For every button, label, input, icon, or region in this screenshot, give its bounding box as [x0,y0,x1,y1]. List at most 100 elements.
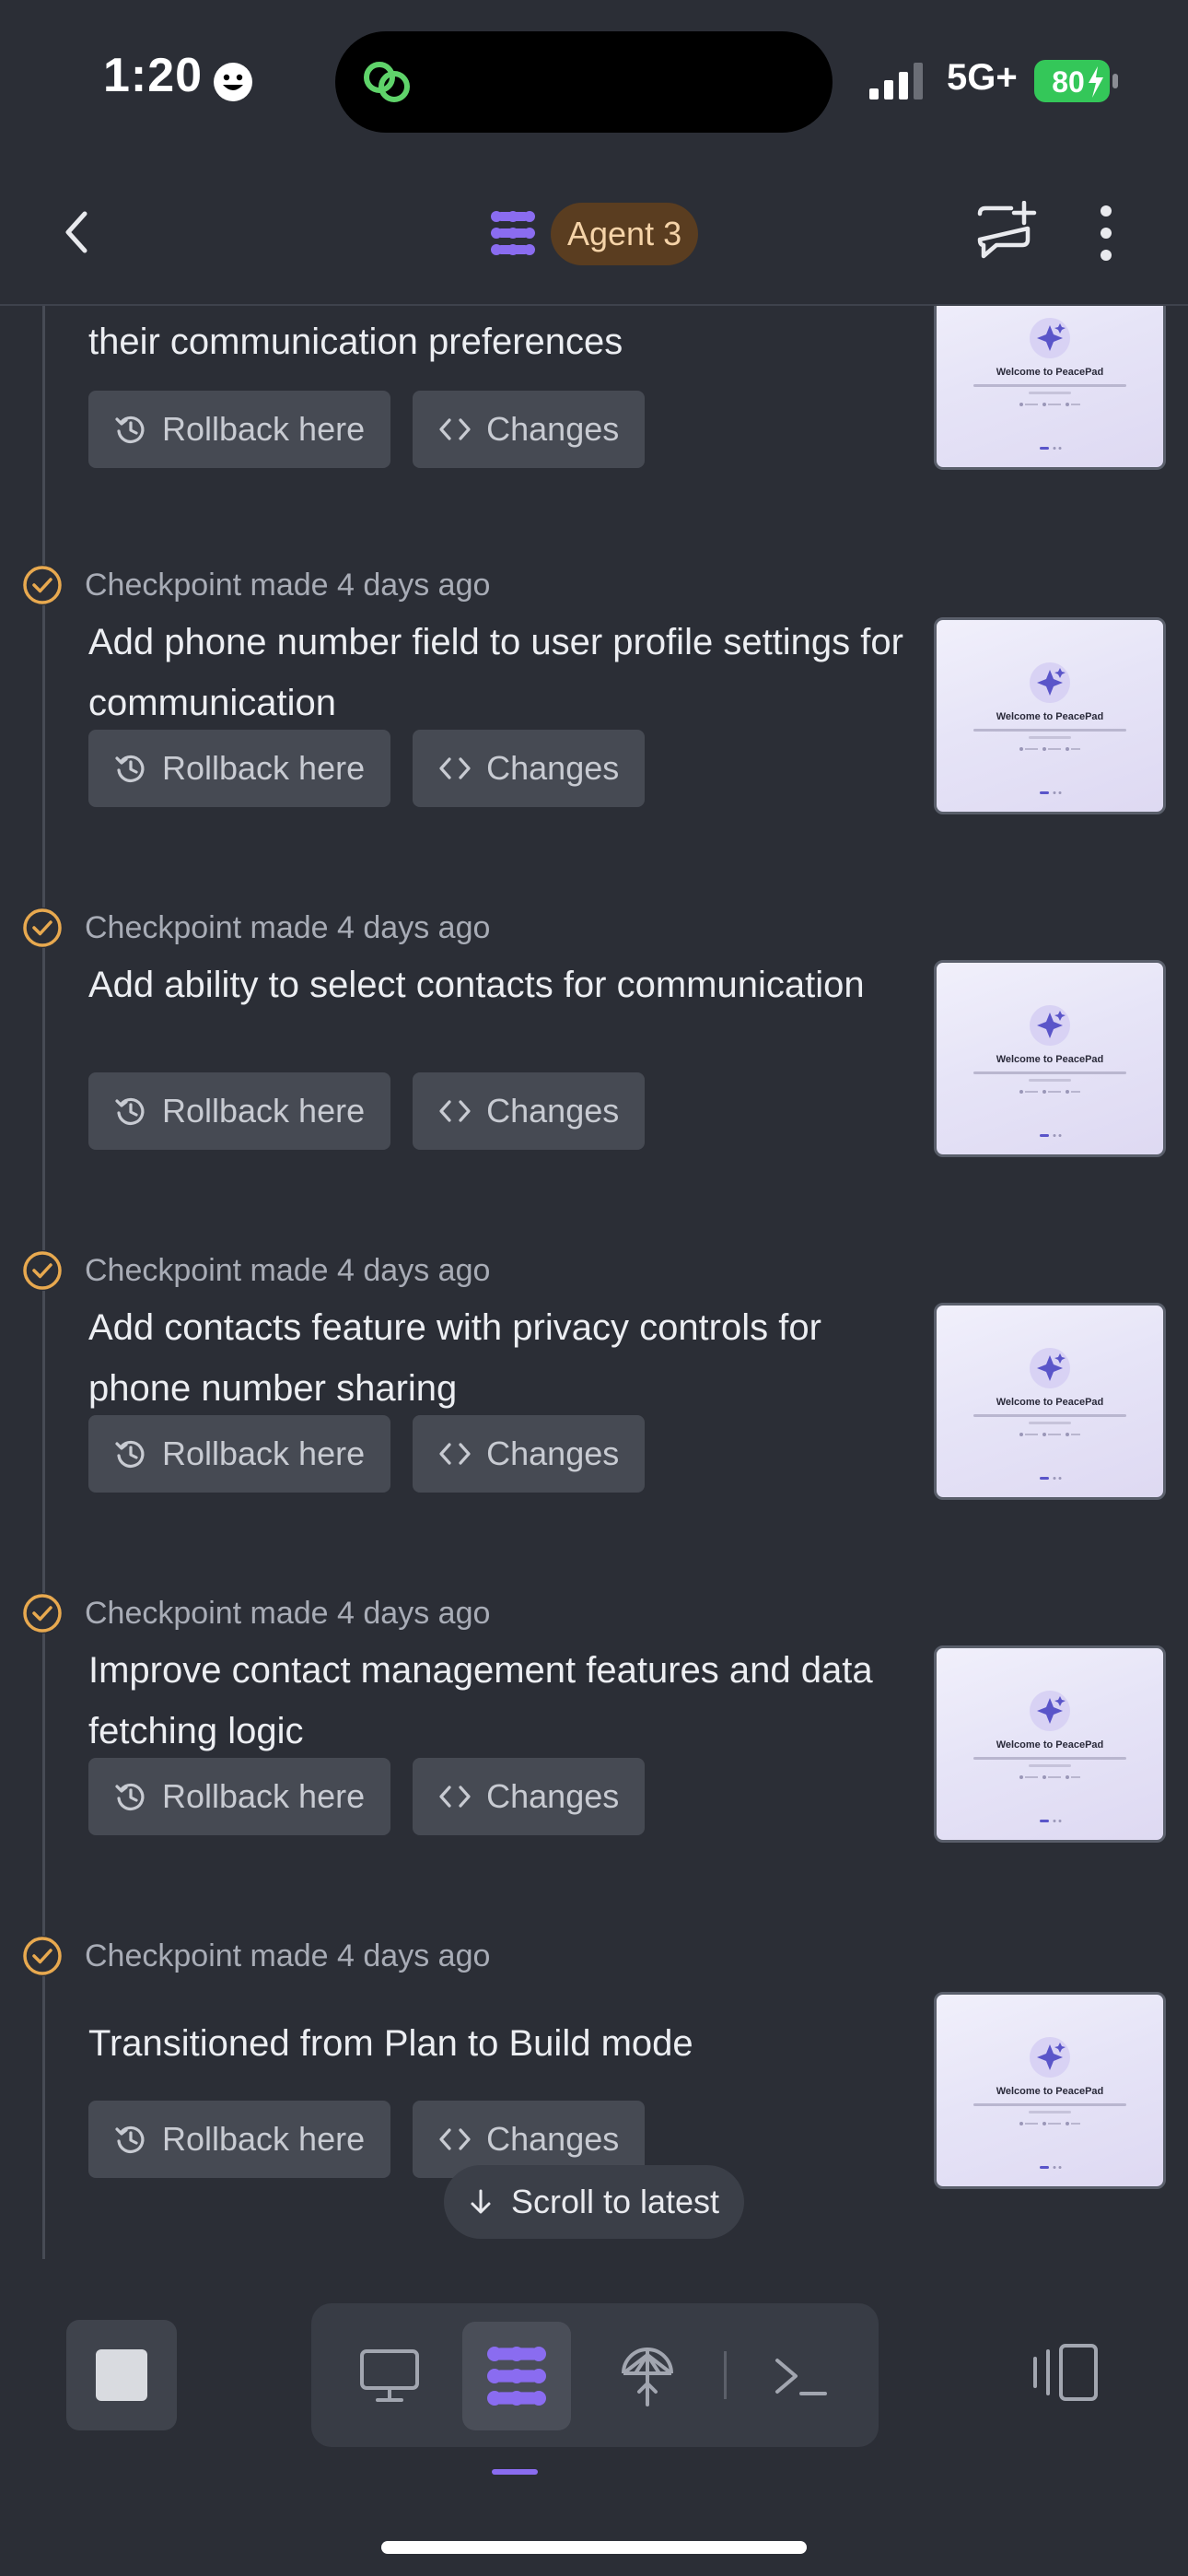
rollback-button[interactable]: Rollback here [88,730,391,807]
agent-icon [487,2347,546,2406]
thumbnail-title: Welcome to PeacePad [996,1397,1104,1408]
rollback-label: Rollback here [162,749,366,787]
thumbnail-title: Welcome to PeacePad [996,711,1104,722]
checkpoint-actions: Rollback here Changes [88,1415,646,1493]
active-tab-indicator [492,2469,538,2475]
checkpoint-description: Transitioned from Plan to Build mode [88,2023,693,2064]
checkpoint-header: Checkpoint made 4 days ago [22,1249,490,1292]
changes-label: Changes [486,2120,620,2158]
checkpoint-check-icon [22,565,63,605]
agent-logo-icon [491,211,535,255]
checkpoint-time-label: Checkpoint made 4 days ago [85,1938,491,1973]
checkpoint-time-label: Checkpoint made 4 days ago [85,909,491,945]
checkpoint-description: Improve contact management features and … [88,1650,873,1751]
thumbnail-title: Welcome to PeacePad [996,1739,1104,1751]
checkpoint-actions: Rollback here Changes [88,1072,646,1150]
rollback-button[interactable]: Rollback here [88,391,391,468]
changes-label: Changes [486,749,620,787]
changes-button[interactable]: Changes [413,391,646,468]
workspace-dock [311,2303,879,2447]
rollback-label: Rollback here [162,1092,366,1130]
battery-level: 80 [1052,65,1085,99]
checkpoint-screenshot-thumbnail[interactable]: Welcome to PeacePad [934,1303,1166,1500]
changes-label: Changes [486,1092,620,1130]
changes-button[interactable]: Changes [413,1072,646,1150]
thumbnail-preview: Welcome to PeacePad [973,662,1126,794]
signal-icon [869,63,923,100]
checkpoint-actions: Rollback here Changes [88,730,646,807]
panel-toggle-icon[interactable] [1030,2342,1100,2403]
smiley-icon [214,63,252,101]
checkpoint-header: Checkpoint made 4 days ago [22,1935,490,1977]
checkpoint-header: Checkpoint made 4 days ago [22,1592,490,1634]
preview-tab[interactable] [335,2322,444,2430]
home-indicator [381,2541,807,2554]
scroll-to-latest-button[interactable]: Scroll to latest [444,2165,744,2239]
checkpoint-screenshot-thumbnail[interactable]: Welcome to PeacePad [934,617,1166,814]
checkpoint-screenshot-thumbnail[interactable]: Welcome to PeacePad [934,960,1166,1157]
rollback-icon [115,1097,145,1125]
checkpoint-header: Checkpoint made 4 days ago [22,564,490,606]
console-tab[interactable] [746,2322,855,2430]
rollback-button[interactable]: Rollback here [88,2101,391,2178]
thumbnail-title: Welcome to PeacePad [996,367,1104,378]
stop-icon [96,2349,147,2401]
rollback-label: Rollback here [162,2120,366,2158]
changes-label: Changes [486,1777,620,1815]
checkpoint-time-label: Checkpoint made 4 days ago [85,1595,491,1631]
rollback-button[interactable]: Rollback here [88,1758,391,1835]
checkpoint-screenshot-thumbnail[interactable]: Welcome to PeacePad [934,1645,1166,1843]
rollback-label: Rollback here [162,1434,366,1472]
code-icon [439,1100,471,1122]
checkpoint-time-label: Checkpoint made 4 days ago [85,1252,491,1288]
thumbnail-title: Welcome to PeacePad [996,2086,1104,2097]
rollback-label: Rollback here [162,1777,366,1815]
checkpoint-screenshot-thumbnail[interactable]: Welcome to PeacePad [934,1992,1166,2189]
rollback-button[interactable]: Rollback here [88,1072,391,1150]
new-chat-icon[interactable] [974,201,1039,263]
checkpoint-check-icon [22,1936,63,1976]
rollback-icon [115,1783,145,1810]
changes-button[interactable]: Changes [413,1758,646,1835]
console-icon [775,2359,827,2395]
bottom-toolbar [0,2263,1188,2576]
arrow-down-icon [471,2189,491,2214]
changes-label: Changes [486,1434,620,1472]
checkpoint-description: Add ability to select contacts for commu… [88,965,865,1005]
thumbnail-title: Welcome to PeacePad [996,1054,1104,1065]
code-icon [439,1443,471,1465]
status-bar: 1:20 5G+ 80 [0,0,1188,157]
rollback-icon [115,755,145,782]
stop-button[interactable] [66,2320,177,2430]
back-icon[interactable] [53,205,101,260]
app-header: Agent 3 [0,157,1188,306]
battery-icon: 80 [1034,60,1118,102]
checkpoint-screenshot-thumbnail[interactable]: Welcome to PeacePad [934,306,1166,470]
scroll-to-latest-label: Scroll to latest [510,2183,720,2220]
thumbnail-preview: Welcome to PeacePad [973,318,1126,450]
deploy-tab[interactable] [593,2322,702,2430]
changes-button[interactable]: Changes [413,1415,646,1493]
agent-version-badge[interactable]: Agent 3 [551,203,699,265]
dynamic-island [335,31,833,133]
network-label: 5G+ [947,57,1018,98]
changes-button[interactable]: Changes [413,730,646,807]
rollback-icon [115,416,145,443]
preview-monitor-icon [360,2349,419,2402]
thumbnail-preview: Welcome to PeacePad [973,1348,1126,1480]
code-icon [439,757,471,779]
checkpoint-timeline[interactable]: Add functionality to manage user contact… [0,306,1188,2261]
deploy-icon [622,2348,673,2406]
checkpoint-description: Add functionality to manage user contact… [88,322,623,362]
code-icon [439,418,471,440]
checkpoint-actions: Rollback here Changes [88,391,646,468]
more-icon[interactable] [1096,203,1116,263]
agent-tab[interactable] [462,2322,571,2430]
checkpoint-time-label: Checkpoint made 4 days ago [85,567,491,603]
thumbnail-preview: Welcome to PeacePad [973,1005,1126,1137]
checkpoint-check-icon [22,1593,63,1633]
rollback-button[interactable]: Rollback here [88,1415,391,1493]
checkpoint-description: Add contacts feature with privacy contro… [88,1307,821,1409]
status-time: 1:20 [103,49,204,102]
thumbnail-preview: Welcome to PeacePad [973,1691,1126,1822]
